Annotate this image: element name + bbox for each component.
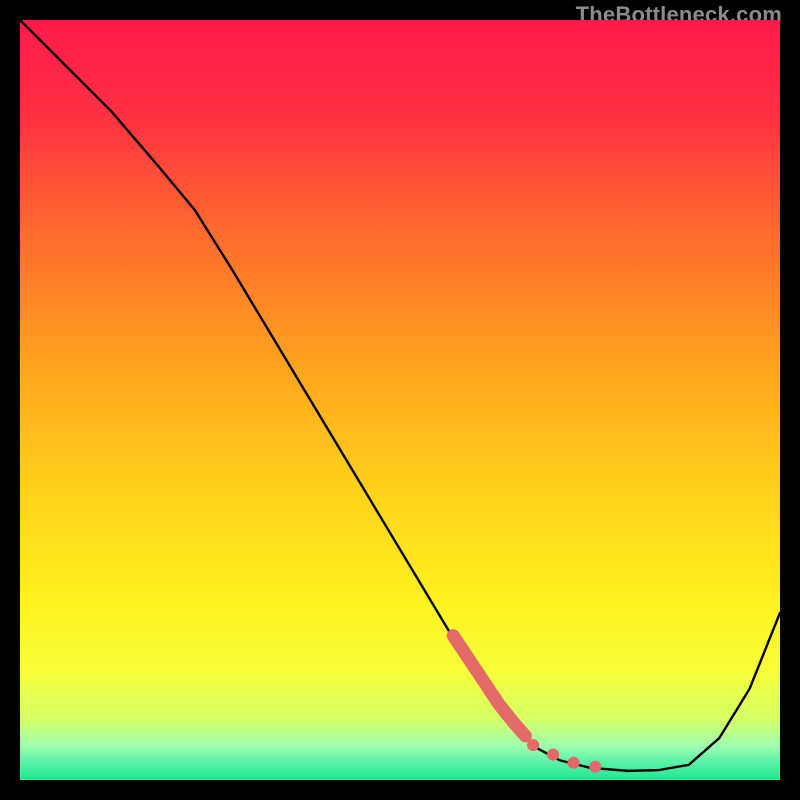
gradient-background	[20, 20, 780, 780]
bottleneck-chart	[20, 20, 780, 780]
